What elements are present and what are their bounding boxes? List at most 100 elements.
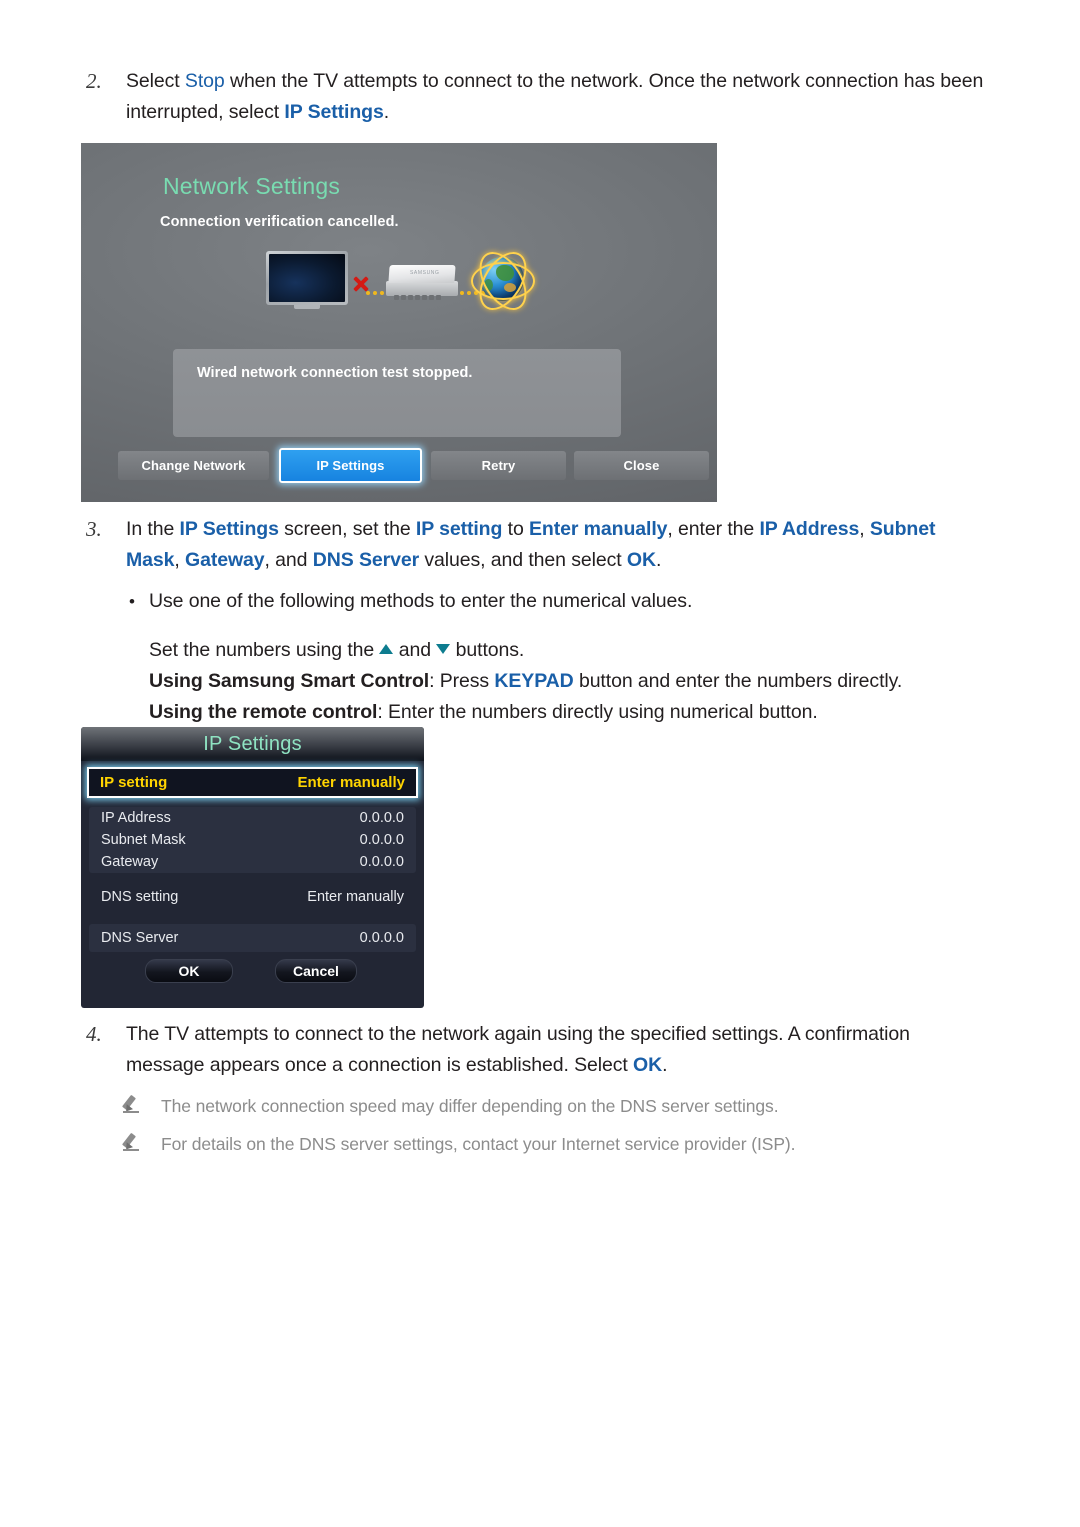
step-3-segment-0: In the [126,518,180,540]
router-ports [394,287,443,305]
tv-stand [294,305,320,309]
step-2-segment-2: when the TV attempts to connect to the n… [126,70,984,123]
step-3-segment-3: IP setting [415,518,503,540]
ip-settings-title-bar: IP Settings [81,727,424,761]
tv-device-icon [266,251,348,309]
step-3-segment-4: to [502,518,530,540]
note-2: For details on the DNS server settings, … [117,1131,997,1157]
gateway-label: Gateway [101,854,159,870]
dns-setting-label: DNS setting [101,889,179,905]
step-2-segment-4: . [383,101,390,123]
ip-settings-button-row: OK Cancel [81,959,424,985]
ip-setting-row-selected[interactable]: IP setting Enter manually [87,767,418,798]
ip-settings-button[interactable]: IP Settings [279,448,422,483]
bullet-marker: • [129,592,135,611]
step-3-segment-8: , [859,518,870,540]
step-3-segment-5: Enter manually [529,518,668,540]
step-4-number: 4. [86,1022,102,1046]
pencil-underline [123,1111,139,1113]
note-1-text: The network connection speed may differ … [161,1096,779,1116]
keypad-key-label: KEYPAD [494,670,574,692]
step-3-text: In the IP Settings screen, set the IP se… [126,514,992,576]
tv-screen-surface [269,254,345,302]
subnet-mask-row[interactable]: Subnet Mask 0.0.0.0 [89,829,416,851]
step-3-segment-13: DNS Server [312,549,420,571]
step-2: 2. Select Stop when the TV attempts to c… [82,66,992,128]
smart-control-label: Using Samsung Smart Control [149,670,430,692]
router-device-icon: SAMSUNG [386,265,458,300]
close-button[interactable]: Close [574,451,709,480]
step-4-segment-2: . [662,1054,668,1076]
step-2-segment-3: IP Settings [284,101,384,123]
remote-control-label: Using the remote control [149,701,378,723]
arrow-up-icon [379,643,394,654]
ip-address-value: 0.0.0.0 [359,810,404,826]
step-3-number: 3. [86,517,102,541]
globe-internet-icon [469,243,537,319]
ip-address-label: IP Address [101,810,171,826]
step-2-number: 2. [86,69,102,93]
pencil-icon [117,1093,161,1119]
ok-button[interactable]: OK [145,959,233,983]
network-diagram: SAMSUNG [266,243,537,319]
step-4-segment-1: OK [633,1054,663,1076]
smart-control-line: Using Samsung Smart Control: Press KEYPA… [149,670,903,692]
retry-button[interactable]: Retry [431,451,566,480]
numeric-entry-methods-text: Use one of the following methods to ente… [149,586,902,728]
subnet-mask-label: Subnet Mask [101,832,186,848]
pencil-glyph [122,1132,140,1152]
dns-server-value: 0.0.0.0 [359,930,404,946]
network-settings-subtitle: Connection verification cancelled. [160,214,399,230]
step-3: 3. In the IP Settings screen, set the IP… [82,514,992,576]
methods-intro-line: Use one of the following methods to ente… [149,590,693,612]
step-3-segment-2: screen, set the [278,518,416,540]
subnet-mask-value: 0.0.0.0 [359,832,404,848]
ip-setting-value: Enter manually [297,774,405,791]
step-3-segment-6: , enter the [667,518,760,540]
ip-address-group: IP Address 0.0.0.0 Subnet Mask 0.0.0.0 G… [89,807,416,873]
cancel-button[interactable]: Cancel [275,959,357,983]
step-2-segment-0: Select [126,70,185,92]
ip-setting-label: IP setting [100,774,168,791]
step-2-segment-1: Stop [184,70,225,92]
change-network-button[interactable]: Change Network [118,451,269,480]
numeric-entry-methods-block: • Use one of the following methods to en… [115,586,995,728]
pencil-underline [123,1149,139,1151]
step-3-segment-14: values, and then select [419,549,627,571]
note-1: The network connection speed may differ … [117,1093,997,1119]
dns-setting-row[interactable]: DNS setting Enter manually [89,885,416,909]
network-settings-screenshot: Network Settings Connection verification… [81,143,717,502]
pencil-glyph [122,1094,140,1114]
step-2-text: Select Stop when the TV attempts to conn… [126,66,992,128]
ip-address-row[interactable]: IP Address 0.0.0.0 [89,807,416,829]
arrow-down-icon [436,643,451,654]
ip-settings-title: IP Settings [203,732,302,755]
gateway-value: 0.0.0.0 [359,854,404,870]
remote-control-line: Using the remote control: Enter the numb… [149,701,818,723]
arrow-buttons-line: Set the numbers using the and buttons. [149,639,525,661]
dns-server-row[interactable]: DNS Server 0.0.0.0 [89,924,416,952]
network-settings-button-row: Change Network IP Settings Retry Close [118,448,709,483]
gateway-row[interactable]: Gateway 0.0.0.0 [89,851,416,873]
status-message-text: Wired network connection test stopped. [197,365,473,381]
red-x-icon [353,276,369,292]
network-settings-title: Network Settings [163,173,341,199]
dns-setting-value: Enter manually [307,889,404,905]
step-3-segment-16: . [655,549,662,571]
note-2-text: For details on the DNS server settings, … [161,1134,796,1154]
ip-settings-screenshot: IP Settings IP setting Enter manually IP… [81,727,424,1008]
pencil-icon [117,1131,161,1157]
step-3-segment-1: IP Settings [179,518,279,540]
status-message-box: Wired network connection test stopped. [173,349,621,437]
step-3-segment-12: , and [264,549,313,571]
dns-server-label: DNS Server [101,930,179,946]
step-3-segment-7: IP Address [759,518,860,540]
step-4: 4. The TV attempts to connect to the net… [82,1019,992,1081]
step-3-segment-15: OK [626,549,656,571]
router-brand-label: SAMSUNG [410,270,440,276]
step-3-segment-11: Gateway [185,549,265,571]
step-4-text: The TV attempts to connect to the networ… [126,1019,992,1081]
step-3-segment-10: , [174,549,186,571]
step-4-segment-0: The TV attempts to connect to the networ… [126,1023,910,1076]
